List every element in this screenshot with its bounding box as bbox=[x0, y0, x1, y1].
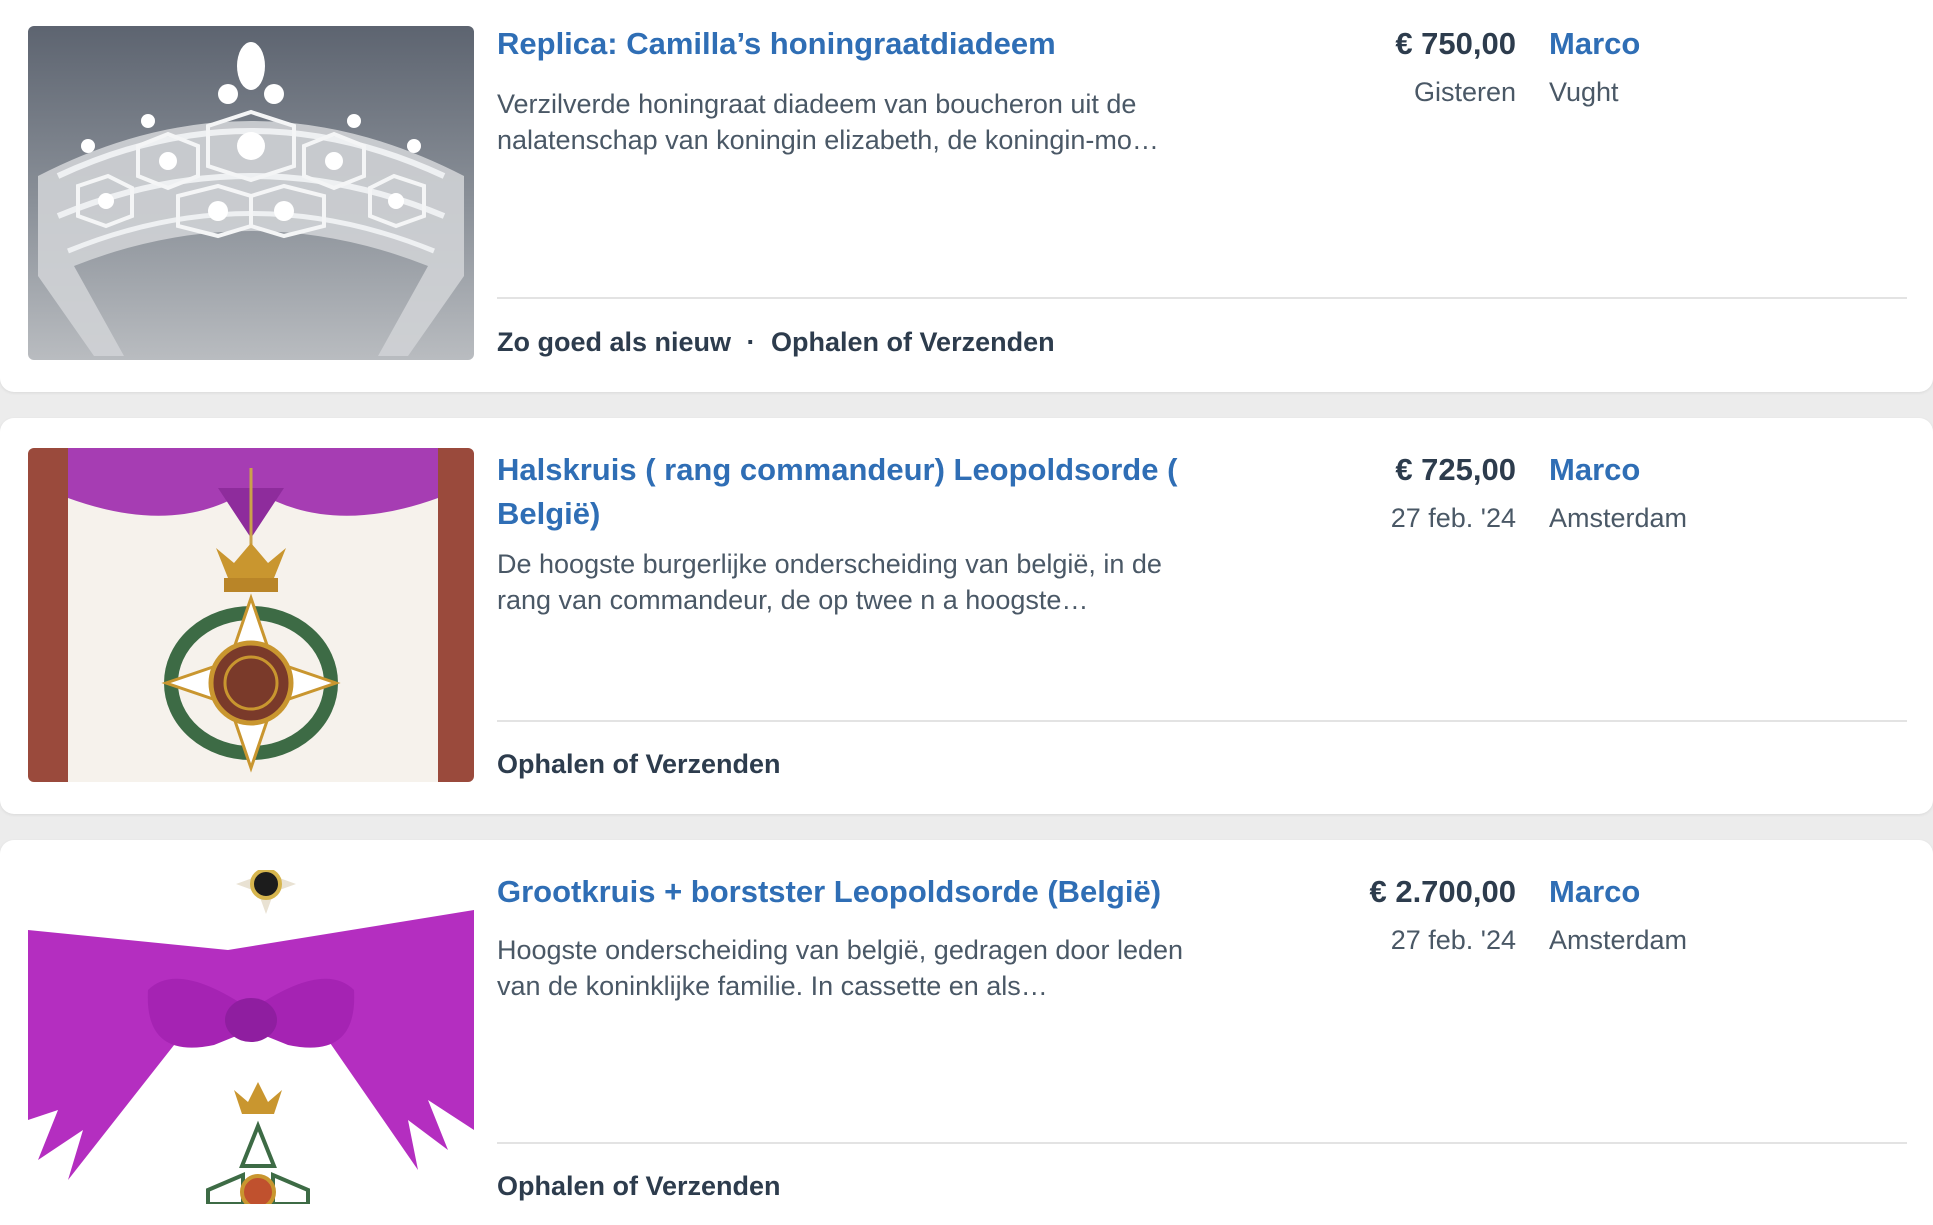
seller-city: Amsterdam bbox=[1549, 925, 1688, 955]
listing-description: Verzilverde honingraat diadeem van bouch… bbox=[497, 89, 1159, 155]
delivery-label: Ophalen of Verzenden bbox=[771, 327, 1055, 357]
listing-date: Gisteren bbox=[1413, 77, 1516, 107]
listing-card[interactable]: Grootkruis + borstster Leopoldsorde (Bel… bbox=[0, 840, 1933, 1225]
listing-date: 27 feb. '24 bbox=[1390, 503, 1516, 533]
divider bbox=[497, 720, 1907, 722]
seller-city: Amsterdam bbox=[1549, 503, 1688, 533]
listing-attributes: Zo goed als nieuw · Ophalen of Verzenden bbox=[497, 324, 1055, 360]
listing-title[interactable]: Replica: Camilla’s honingraatdiadeem bbox=[497, 22, 1197, 66]
attribute-separator: · bbox=[746, 327, 756, 357]
delivery-label: Ophalen of Verzenden bbox=[497, 1171, 781, 1201]
condition-label: Zo goed als nieuw bbox=[497, 327, 732, 357]
neck-cross-medal-image bbox=[28, 448, 474, 782]
listing-attributes: Ophalen of Verzenden bbox=[497, 746, 781, 782]
seller-name[interactable]: Marco bbox=[1549, 448, 1640, 492]
listing-thumbnail[interactable] bbox=[28, 448, 474, 782]
listing-card[interactable]: Replica: Camilla’s honingraatdiadeem Ver… bbox=[0, 0, 1933, 392]
listing-card[interactable]: Halskruis ( rang commandeur) Leopoldsord… bbox=[0, 418, 1933, 814]
listing-price: € 750,00 bbox=[1395, 26, 1516, 61]
listing-description: Hoogste onderscheiding van belgië, gedra… bbox=[497, 935, 1184, 1001]
listing-description: De hoogste burgerlijke onderscheiding va… bbox=[497, 549, 1162, 615]
listing-thumbnail[interactable] bbox=[28, 870, 474, 1204]
listing-date: 27 feb. '24 bbox=[1390, 925, 1516, 955]
listing-title[interactable]: Grootkruis + borstster Leopoldsorde (Bel… bbox=[497, 870, 1197, 914]
delivery-label: Ophalen of Verzenden bbox=[497, 749, 781, 779]
seller-name[interactable]: Marco bbox=[1549, 22, 1640, 66]
seller-name[interactable]: Marco bbox=[1549, 870, 1640, 914]
listing-thumbnail[interactable] bbox=[28, 26, 474, 360]
listing-price: € 2.700,00 bbox=[1369, 874, 1516, 909]
listing-results: Replica: Camilla’s honingraatdiadeem Ver… bbox=[0, 0, 1933, 1225]
divider bbox=[497, 297, 1907, 299]
listing-price: € 725,00 bbox=[1395, 452, 1516, 487]
divider bbox=[497, 1142, 1907, 1144]
tiara-image bbox=[38, 42, 464, 356]
listing-title[interactable]: Halskruis ( rang commandeur) Leopoldsord… bbox=[497, 448, 1197, 536]
grand-cross-sash-image bbox=[28, 870, 474, 1204]
seller-city: Vught bbox=[1549, 77, 1619, 107]
listing-attributes: Ophalen of Verzenden bbox=[497, 1168, 781, 1204]
